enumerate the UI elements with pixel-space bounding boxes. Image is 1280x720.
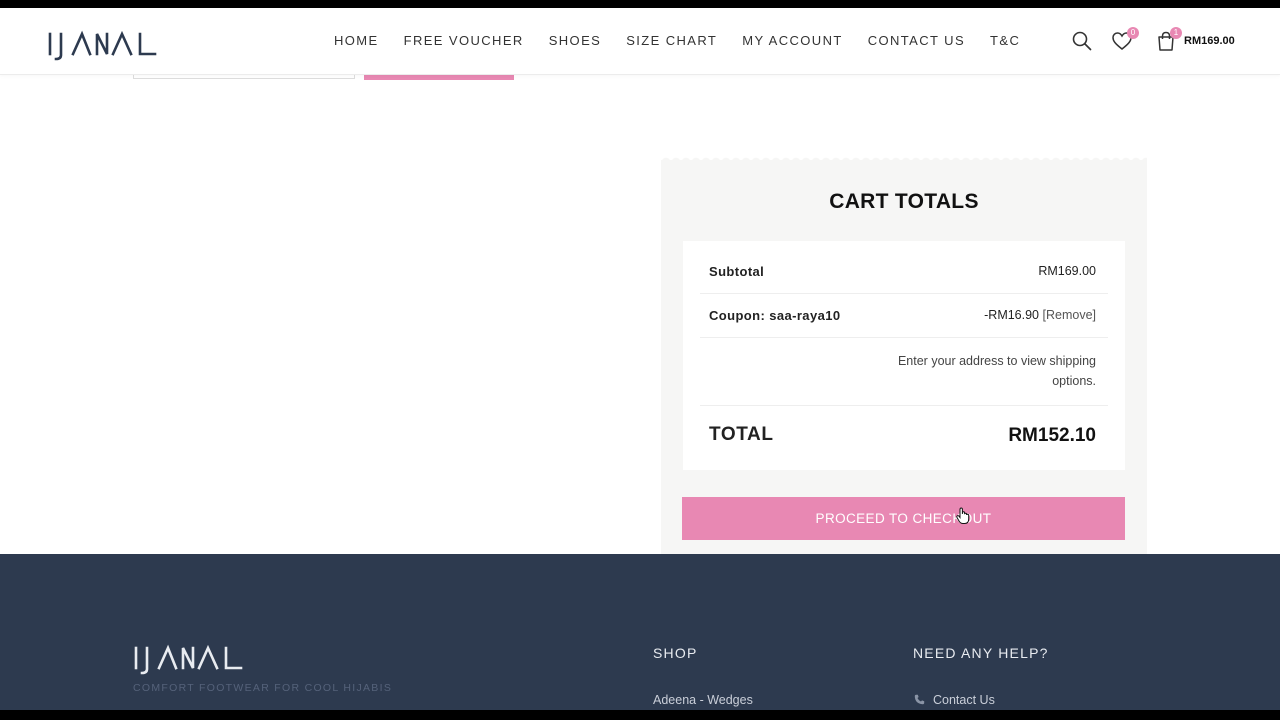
footer-link-adeena-wedges[interactable]: Adeena - Wedges xyxy=(653,693,753,707)
coupon-value-group: -RM16.90 [Remove] xyxy=(984,308,1096,322)
nav-home[interactable]: HOME xyxy=(334,33,379,48)
shipping-row: Enter your address to view shipping opti… xyxy=(700,338,1108,406)
cart-totals-table: Subtotal RM169.00 Coupon: saa-raya10 -RM… xyxy=(683,241,1125,470)
page: HOME FREE VOUCHER SHOES SIZE CHART MY AC… xyxy=(0,8,1280,710)
shipping-note: Enter your address to view shipping opti… xyxy=(897,354,1096,388)
order-total-value: RM152.10 xyxy=(1008,425,1096,446)
footer-link-contact-us[interactable]: Contact Us xyxy=(933,693,995,707)
footer-logo[interactable] xyxy=(132,641,246,675)
phone-icon xyxy=(914,694,925,705)
main-nav: HOME FREE VOUCHER SHOES SIZE CHART MY AC… xyxy=(334,33,1020,48)
footer-shop-heading: SHOP xyxy=(653,645,698,661)
remove-coupon-link[interactable]: [Remove] xyxy=(1043,308,1097,322)
cart-totals-title: CART TOTALS xyxy=(829,190,979,213)
nav-my-account[interactable]: MY ACCOUNT xyxy=(742,33,842,48)
cart-count-badge: 1 xyxy=(1170,27,1182,39)
coupon-discount-value: -RM16.90 xyxy=(984,308,1040,322)
nav-contact-us[interactable]: CONTACT US xyxy=(868,33,965,48)
footer-help-heading: NEED ANY HELP? xyxy=(913,645,1049,661)
site-header: HOME FREE VOUCHER SHOES SIZE CHART MY AC… xyxy=(0,8,1280,75)
header-cart-total[interactable]: RM169.00 xyxy=(1184,35,1235,47)
order-total-row: TOTAL RM152.10 xyxy=(700,406,1108,466)
coupon-row: Coupon: saa-raya10 -RM16.90 [Remove] xyxy=(700,294,1108,338)
coupon-label: Coupon: saa-raya10 xyxy=(709,308,841,323)
subtotal-value: RM169.00 xyxy=(1038,264,1096,278)
site-footer: COMFORT FOOTWEAR FOR COOL HIJABIS SHOP A… xyxy=(0,554,1280,710)
proceed-to-checkout-button[interactable]: PROCEED TO CHECKOUT xyxy=(682,497,1125,540)
order-total-label: TOTAL xyxy=(709,424,774,445)
wishlist-count-badge: 0 xyxy=(1127,27,1139,39)
nav-tnc[interactable]: T&C xyxy=(990,33,1020,48)
site-logo[interactable] xyxy=(47,27,159,61)
nav-size-chart[interactable]: SIZE CHART xyxy=(626,33,717,48)
subtotal-row: Subtotal RM169.00 xyxy=(700,241,1108,294)
nav-free-voucher[interactable]: FREE VOUCHER xyxy=(404,33,524,48)
hand-cursor-icon xyxy=(956,507,970,524)
footer-tagline: COMFORT FOOTWEAR FOR COOL HIJABIS xyxy=(133,682,393,694)
nav-shoes[interactable]: SHOES xyxy=(549,33,602,48)
cart-totals-panel: CART TOTALS Subtotal RM169.00 Coupon: sa… xyxy=(661,156,1147,554)
search-icon[interactable] xyxy=(1071,30,1093,52)
subtotal-label: Subtotal xyxy=(709,264,765,279)
